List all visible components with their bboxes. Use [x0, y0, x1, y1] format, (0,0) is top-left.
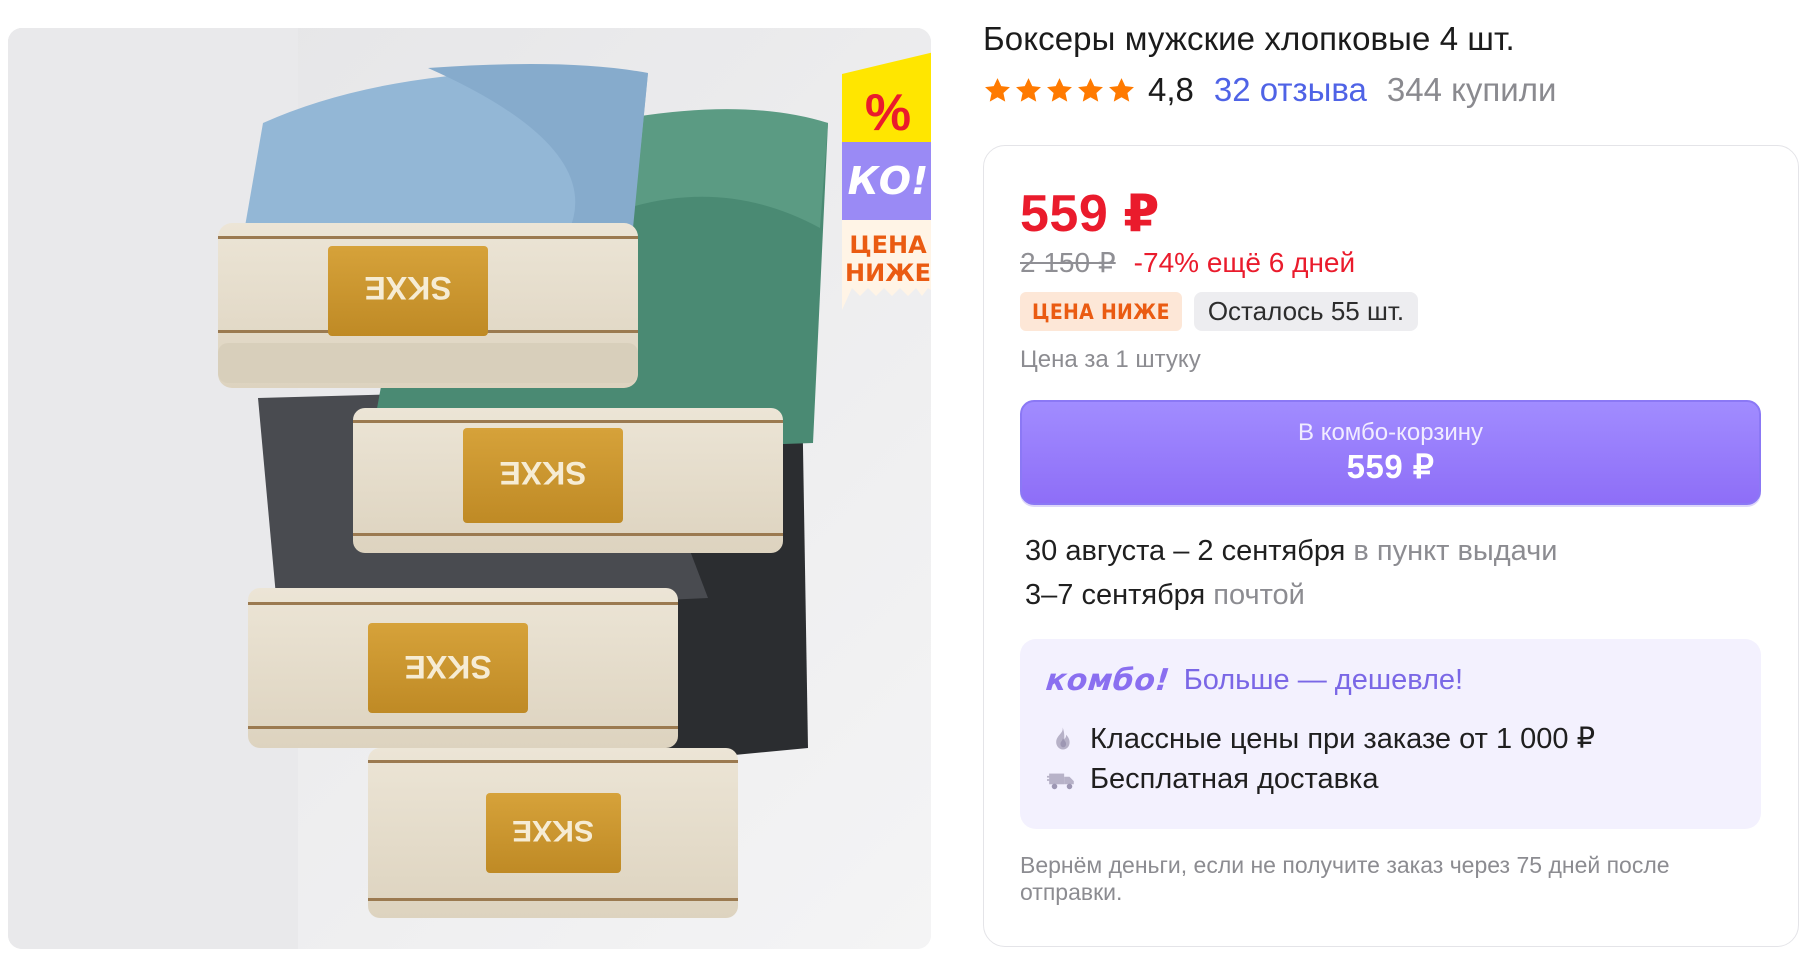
- combo-header: комбо! Больше — дешевле!: [1044, 663, 1464, 698]
- sticker-line2: НИЖЕ: [845, 259, 931, 287]
- reviews-link[interactable]: 32 отзыва: [1214, 71, 1367, 109]
- product-image-gallery[interactable]: SKXE SKXE SKXE SKXE % КО! ЦЕНА НИЖЕ: [8, 28, 931, 949]
- product-tag-1: SKXE: [364, 270, 451, 306]
- percent-icon: %: [865, 84, 911, 142]
- product-tag-3: SKXE: [404, 649, 491, 685]
- discount-info: -74% ещё 6 дней: [1133, 246, 1356, 278]
- product-title: Боксеры мужские хлопковые 4 шт.: [983, 20, 1515, 57]
- stock-badge: Осталось 55 шт.: [1193, 292, 1419, 331]
- combo-promo-block[interactable]: комбо! Больше — дешевле! Классные цены п…: [1020, 639, 1761, 829]
- price-details: 2 150 ₽ -74% ещё 6 дней: [1020, 246, 1355, 279]
- combo-tagline: Больше — дешевле!: [1183, 664, 1464, 696]
- combo-button-price: 559 ₽: [1346, 447, 1435, 485]
- fire-icon: [1046, 723, 1078, 755]
- money-back-guarantee: Вернём деньги, если не получите заказ че…: [1020, 852, 1670, 905]
- star-icon: [1016, 77, 1041, 102]
- bought-count: 344 купили: [1386, 71, 1557, 108]
- delivery-option-pickup: 30 августа – 2 сентября в пункт выдачи: [1025, 529, 1557, 573]
- rating-stars: [983, 76, 1136, 105]
- lower-price-badge: ЦЕНА НИЖЕ: [1020, 292, 1182, 331]
- star-icon: [1047, 77, 1072, 102]
- promo-sticker: % КО! ЦЕНА НИЖЕ: [842, 52, 931, 310]
- delivery-option-post: 3–7 сентября почтой: [1025, 573, 1557, 617]
- combo-feature-delivery: Бесплатная доставка: [1046, 763, 1378, 796]
- delivery-info: 30 августа – 2 сентября в пункт выдачи 3…: [1025, 529, 1557, 617]
- rating-value: 4,8: [1148, 71, 1194, 108]
- combo-feature-text: Бесплатная доставка: [1090, 763, 1379, 795]
- product-tag-4: SKXE: [512, 814, 594, 847]
- star-icon: [1109, 77, 1134, 102]
- sticker-line1: ЦЕНА: [849, 231, 927, 259]
- add-to-combo-cart-button[interactable]: В комбо-корзину 559 ₽: [1020, 400, 1761, 505]
- rating-row: 4,8 32 отзыва 344 купили: [983, 70, 1556, 110]
- price-card: 559 ₽ 2 150 ₽ -74% ещё 6 дней ЦЕНА НИЖЕ …: [983, 145, 1799, 947]
- delivery-method: в пункт выдачи: [1353, 535, 1558, 567]
- combo-short-logo: КО!: [848, 159, 929, 203]
- unit-price-note: Цена за 1 штуку: [1020, 346, 1201, 373]
- combo-feature-prices: Классные цены при заказе от 1 000 ₽: [1046, 721, 1595, 756]
- current-price: 559 ₽: [1020, 185, 1160, 243]
- delivery-date: 3–7 сентября: [1025, 579, 1206, 611]
- delivery-date: 30 августа – 2 сентября: [1025, 535, 1346, 567]
- star-icon: [985, 77, 1010, 102]
- old-price: 2 150 ₽: [1020, 247, 1116, 278]
- product-photo: SKXE SKXE SKXE SKXE: [8, 28, 931, 949]
- delivery-truck-icon: [1046, 764, 1078, 796]
- delivery-method: почтой: [1213, 579, 1305, 611]
- product-tag-2: SKXE: [499, 455, 586, 491]
- combo-button-label: В комбо-корзину: [1298, 418, 1483, 446]
- badges-row: ЦЕНА НИЖЕ Осталось 55 шт.: [1020, 292, 1419, 331]
- combo-logo: комбо!: [1044, 663, 1172, 698]
- star-icon: [1078, 77, 1103, 102]
- combo-feature-text: Классные цены при заказе от 1 000 ₽: [1090, 723, 1596, 755]
